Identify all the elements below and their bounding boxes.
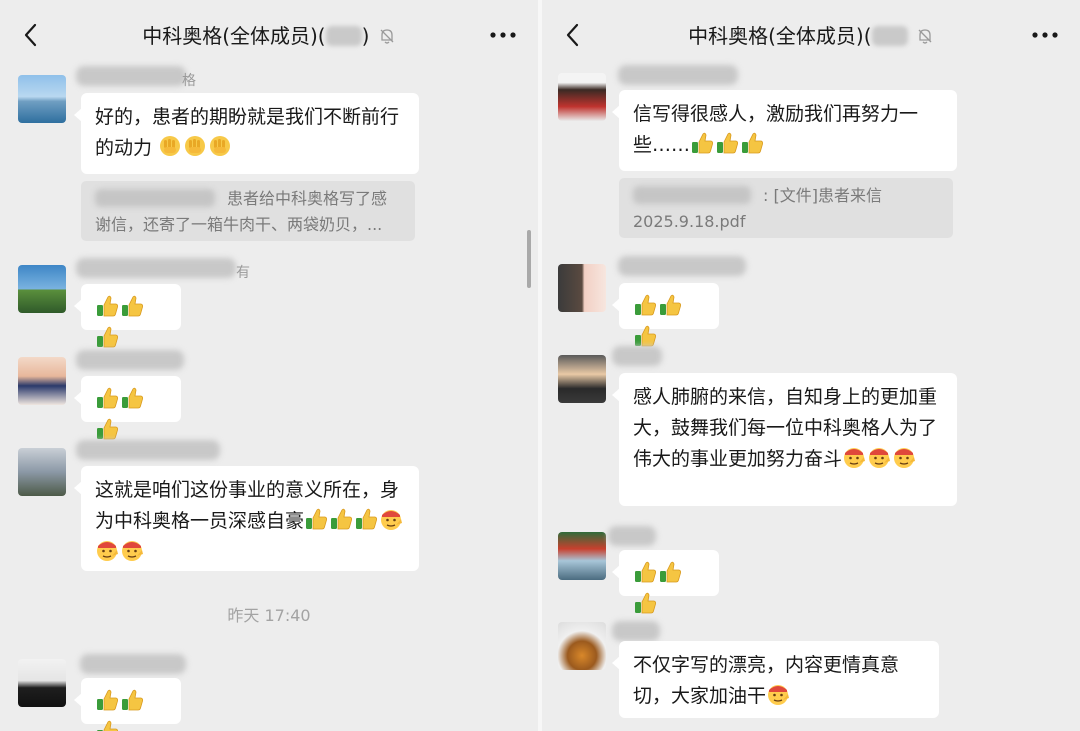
chat-title: 中科奥格(全体成员)() — [0, 20, 538, 49]
message-bubble[interactable]: 好的，患者的期盼就是我们不断前行的动力 — [74, 93, 419, 174]
thumbs-up-emoji — [634, 294, 656, 316]
salute-emoji — [868, 447, 891, 469]
chat-panel-left: 中科奥格(全体成员)() 格 好的，患者的期盼就是我们不断前行的动力 患者给中科… — [0, 0, 538, 731]
mute-bell-icon — [918, 29, 932, 44]
avatar[interactable] — [558, 264, 606, 312]
salute-emoji — [767, 684, 790, 706]
chat-title: 中科奥格(全体成员)( — [542, 20, 1080, 49]
more-dots-icon[interactable] — [490, 32, 516, 38]
message-bubble[interactable]: 这就是咱们这份事业的意义所在，身为中科奥格一员深感自豪 — [74, 466, 419, 571]
thumbs-up-emoji — [96, 387, 118, 409]
thumbs-up-emoji — [96, 326, 118, 348]
chat-titlebar: 中科奥格(全体成员)( — [542, 0, 1080, 68]
salute-emoji — [380, 509, 403, 531]
message-bubble[interactable] — [612, 550, 719, 614]
message-bubble[interactable]: 信写得很感人，激励我们再努力一些…… — [612, 90, 957, 171]
chat-titlebar: 中科奥格(全体成员)() — [0, 0, 538, 68]
message-bubble[interactable]: 感人肺腑的来信，自知身上的更加重大，鼓舞我们每一位中科奥格人为了伟大的事业更加努… — [612, 373, 957, 506]
message-bubble[interactable] — [74, 284, 181, 348]
sender-name-blurred — [80, 654, 186, 674]
thumbs-up-emoji — [121, 387, 144, 409]
thumbs-up-emoji — [355, 508, 378, 530]
scrollbar[interactable] — [527, 230, 531, 288]
quoted-file-message[interactable]: : [文件]患者来信2025.9.18.pdf — [619, 178, 953, 238]
thumbs-up-emoji — [659, 294, 681, 316]
sender-name-tail: 有 — [236, 265, 250, 281]
message-bubble[interactable] — [74, 678, 181, 731]
thumbs-up-emoji — [121, 689, 144, 711]
sender-name-blurred — [608, 526, 656, 546]
thumbs-up-emoji — [634, 325, 656, 347]
salute-emoji — [893, 447, 916, 469]
avatar[interactable] — [18, 357, 66, 405]
more-dots-icon[interactable] — [1032, 32, 1058, 38]
avatar[interactable] — [558, 355, 606, 403]
timestamp: 昨天 17:40 — [227, 606, 311, 625]
avatar[interactable] — [18, 448, 66, 496]
message-bubble[interactable] — [612, 283, 719, 347]
avatar[interactable] — [18, 265, 66, 313]
sender-name-blurred — [76, 258, 236, 278]
thumbs-up-emoji — [96, 295, 118, 317]
sender-name-tail: 格 — [182, 73, 196, 89]
avatar[interactable] — [558, 532, 606, 580]
thumbs-up-emoji — [96, 689, 118, 711]
sender-name-blurred — [76, 440, 220, 460]
fist-emoji — [210, 136, 231, 156]
salute-emoji — [121, 540, 144, 562]
salute-emoji — [843, 447, 866, 469]
thumbs-up-emoji — [96, 418, 118, 440]
thumbs-up-emoji — [330, 508, 353, 530]
thumbs-up-emoji — [634, 561, 656, 583]
sender-name-blurred — [76, 66, 186, 86]
thumbs-up-emoji — [716, 132, 739, 154]
thumbs-up-emoji — [741, 132, 764, 154]
avatar[interactable] — [18, 659, 66, 707]
avatar[interactable] — [558, 73, 606, 121]
fist-emoji — [160, 136, 181, 156]
thumbs-up-emoji — [96, 720, 118, 731]
thumbs-up-emoji — [691, 132, 714, 154]
sender-name-blurred — [612, 621, 660, 641]
chat-panel-right: 中科奥格(全体成员)( 信写得很感人，激励我们再努力一些…… : [文件]患者来… — [542, 0, 1080, 731]
thumbs-up-emoji — [634, 592, 656, 614]
thumbs-up-emoji — [305, 508, 328, 530]
sender-name-blurred — [612, 346, 662, 366]
avatar[interactable] — [18, 75, 66, 123]
thumbs-up-emoji — [659, 561, 681, 583]
message-bubble[interactable] — [74, 376, 181, 440]
sender-name-blurred — [618, 256, 746, 276]
salute-emoji — [96, 540, 119, 562]
sender-name-blurred — [618, 65, 738, 85]
mute-bell-icon — [380, 29, 394, 44]
sender-name-blurred — [76, 350, 184, 370]
quoted-message[interactable]: 患者给中科奥格写了感谢信，还寄了一箱牛肉干、两袋奶贝，... — [81, 181, 415, 241]
thumbs-up-emoji — [121, 295, 144, 317]
avatar[interactable] — [558, 622, 606, 670]
message-bubble[interactable]: 不仅字写的漂亮，内容更情真意切，大家加油干 — [612, 641, 939, 718]
fist-emoji — [185, 136, 206, 156]
